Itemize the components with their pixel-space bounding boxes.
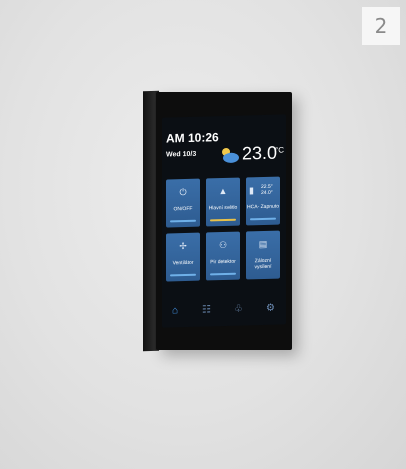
motion-sensor-icon: ⚇ [218,239,228,251]
thermostat-icon: ▮ [249,185,254,196]
tile-indicator [250,217,276,221]
tile-indicator [170,219,196,223]
wall-control-panel: AM 10:26 Wed 10/3 23.0 °C ⏻ ON/OFF ▲ Hla… [156,92,292,350]
tile-thermostat[interactable]: ▮ 22.5° 24.0° HCA- Zapnuto [246,176,280,226]
power-icon: ⏻ [179,186,187,198]
tile-label: Hlavní světlo [208,204,238,212]
clock-date: Wed 10/3 [166,150,197,159]
weather-icon [222,147,239,163]
index-badge: 2 [362,7,400,45]
tile-indicator [210,272,236,276]
clock-time: AM 10:26 [166,130,219,146]
tile-label: Ventilátor [172,259,194,267]
tile-label: HCA- Zapnuto [247,203,279,211]
lamp-icon: ▲ [218,185,228,197]
scenes-icon[interactable]: ♧ [234,304,243,315]
touch-screen[interactable]: AM 10:26 Wed 10/3 23.0 °C ⏻ ON/OFF ▲ Hla… [162,114,286,328]
tile-main-light[interactable]: ▲ Hlavní světlo [206,177,240,227]
tile-pir-detector[interactable]: ⚇ Pir detektor [206,231,240,281]
thermostat-setpoint: 24.0° [261,189,273,197]
backup-transmitter-icon: ▤ [258,238,268,250]
tile-indicator [210,218,236,222]
current-temperature: 23.0 [242,142,278,164]
fan-icon: ✢ [179,240,187,252]
temperature-unit: °C [275,145,284,155]
bottom-nav: ⌂ ☷ ♧ ⚙ [162,296,286,323]
tile-fan[interactable]: ✢ Ventilátor [166,232,200,282]
home-icon[interactable]: ⌂ [172,305,178,316]
thermostat-values: 22.5° 24.0° [261,184,273,196]
tile-backup-transmitter[interactable]: ▤ Zálozní vysílení [246,230,280,280]
tile-label: ON/OFF [173,205,193,213]
tile-indicator [170,273,196,277]
tile-on-off[interactable]: ⏻ ON/OFF [166,178,200,228]
tile-label: Zálozní vysílení [254,257,272,271]
tile-label: Pir detektor [210,258,236,266]
settings-icon[interactable]: ⚙ [266,303,275,314]
rooms-icon[interactable]: ☷ [202,304,211,315]
